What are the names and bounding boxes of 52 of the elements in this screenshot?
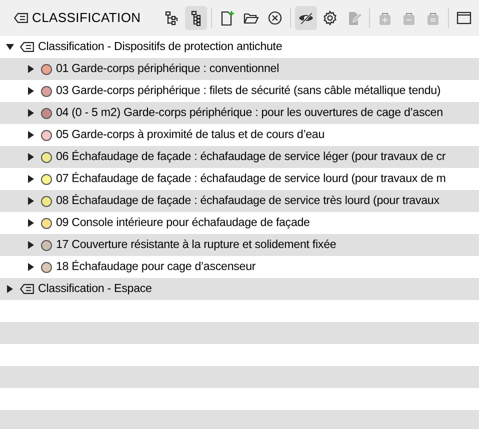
- hidden-eye-button[interactable]: [295, 6, 317, 30]
- bag-plus-icon: [377, 10, 393, 26]
- tree-row[interactable]: 01 Garde-corps périphérique : conventionnel: [0, 58, 479, 80]
- collapsed-arrow-icon[interactable]: [27, 241, 35, 249]
- collapsed-arrow-icon[interactable]: [27, 87, 35, 95]
- tree-row[interactable]: 06 Échafaudage de façade : échafaudage de service léger (pour travaux de cr: [0, 146, 479, 168]
- bag-minus-icon: [401, 10, 417, 26]
- document-edit-icon: [346, 10, 362, 26]
- bag-equal-icon: [425, 10, 441, 26]
- tree-label: 09 Console intérieure pour échafaudage de façade: [56, 215, 310, 232]
- hierarchy-icon: [164, 10, 180, 26]
- tree-row[interactable]: 04 (0 - 5 m2) Garde-corps périphérique : pour les ouvertures de cage d’ascen: [0, 102, 479, 124]
- collapsed-arrow-icon[interactable]: [27, 153, 35, 161]
- tree-row[interactable]: 18 Échafaudage pour cage d’ascenseur: [0, 256, 479, 278]
- tree-button[interactable]: [185, 6, 207, 30]
- new-file-icon: [219, 10, 235, 26]
- tree-label: 07 Échafaudage de façade : échafaudage de service lourd (pour travaux de m: [56, 171, 446, 188]
- tree-label: 01 Garde-corps périphérique : conventionnel: [56, 61, 279, 78]
- tag-icon: [20, 42, 34, 52]
- window-icon: [456, 10, 472, 26]
- tree-row[interactable]: 08 Échafaudage de façade : échafaudage de service très lourd (pour travaux: [0, 190, 479, 212]
- tree-label: 03 Garde-corps périphérique : filets de sécurité (sans câble métallique tendu): [56, 83, 441, 100]
- tree-label: Classification - Espace: [38, 281, 152, 298]
- hidden-eye-icon: [298, 10, 314, 26]
- tree-label: 08 Échafaudage de façade : échafaudage de service très lourd (pour travaux: [56, 193, 440, 210]
- collapsed-arrow-icon[interactable]: [27, 219, 35, 227]
- settings-icon: [322, 10, 338, 26]
- tree-row[interactable]: 17 Couverture résistante à la rupture et solidement fixée: [0, 234, 479, 256]
- expanded-arrow-icon[interactable]: [6, 43, 14, 51]
- tree-row[interactable]: 03 Garde-corps périphérique : filets de sécurité (sans câble métallique tendu): [0, 80, 479, 102]
- collapsed-arrow-icon[interactable]: [27, 175, 35, 183]
- tree-label: Classification - Dispositifs de protection antichute: [38, 39, 282, 56]
- tree-label: 06 Échafaudage de façade : échafaudage de service léger (pour travaux de cr: [56, 149, 446, 166]
- tree-label: 17 Couverture résistante à la rupture et solidement fixée: [56, 237, 336, 254]
- collapsed-arrow-icon[interactable]: [27, 65, 35, 73]
- collapsed-arrow-icon[interactable]: [6, 285, 14, 293]
- collapsed-arrow-icon[interactable]: [27, 131, 35, 139]
- collapsed-arrow-icon[interactable]: [27, 263, 35, 271]
- tree-label: 18 Échafaudage pour cage d’ascenseur: [56, 259, 256, 276]
- tree-row[interactable]: 09 Console intérieure pour échafaudage de façade: [0, 212, 479, 234]
- collapsed-arrow-icon[interactable]: [27, 197, 35, 205]
- tree-row[interactable]: 07 Échafaudage de façade : échafaudage de service lourd (pour travaux de m: [0, 168, 479, 190]
- tag-icon: [14, 13, 28, 23]
- collapsed-arrow-icon[interactable]: [27, 109, 35, 117]
- close-icon: [267, 10, 283, 26]
- tree-row[interactable]: 05 Garde-corps à proximité de talus et de cours d’eau: [0, 124, 479, 146]
- tree-label: 05 Garde-corps à proximité de talus et de cours d’eau: [56, 127, 325, 144]
- panel-title: CLASSIFICATION: [32, 9, 141, 28]
- tree-row[interactable]: Classification - Dispositifs de protection antichute: [0, 36, 479, 58]
- tag-icon: [20, 284, 34, 294]
- tree-label: 04 (0 - 5 m2) Garde-corps périphérique : pour les ouvertures de cage d’ascen: [56, 105, 443, 122]
- tree-row[interactable]: Classification - Espace: [0, 278, 479, 300]
